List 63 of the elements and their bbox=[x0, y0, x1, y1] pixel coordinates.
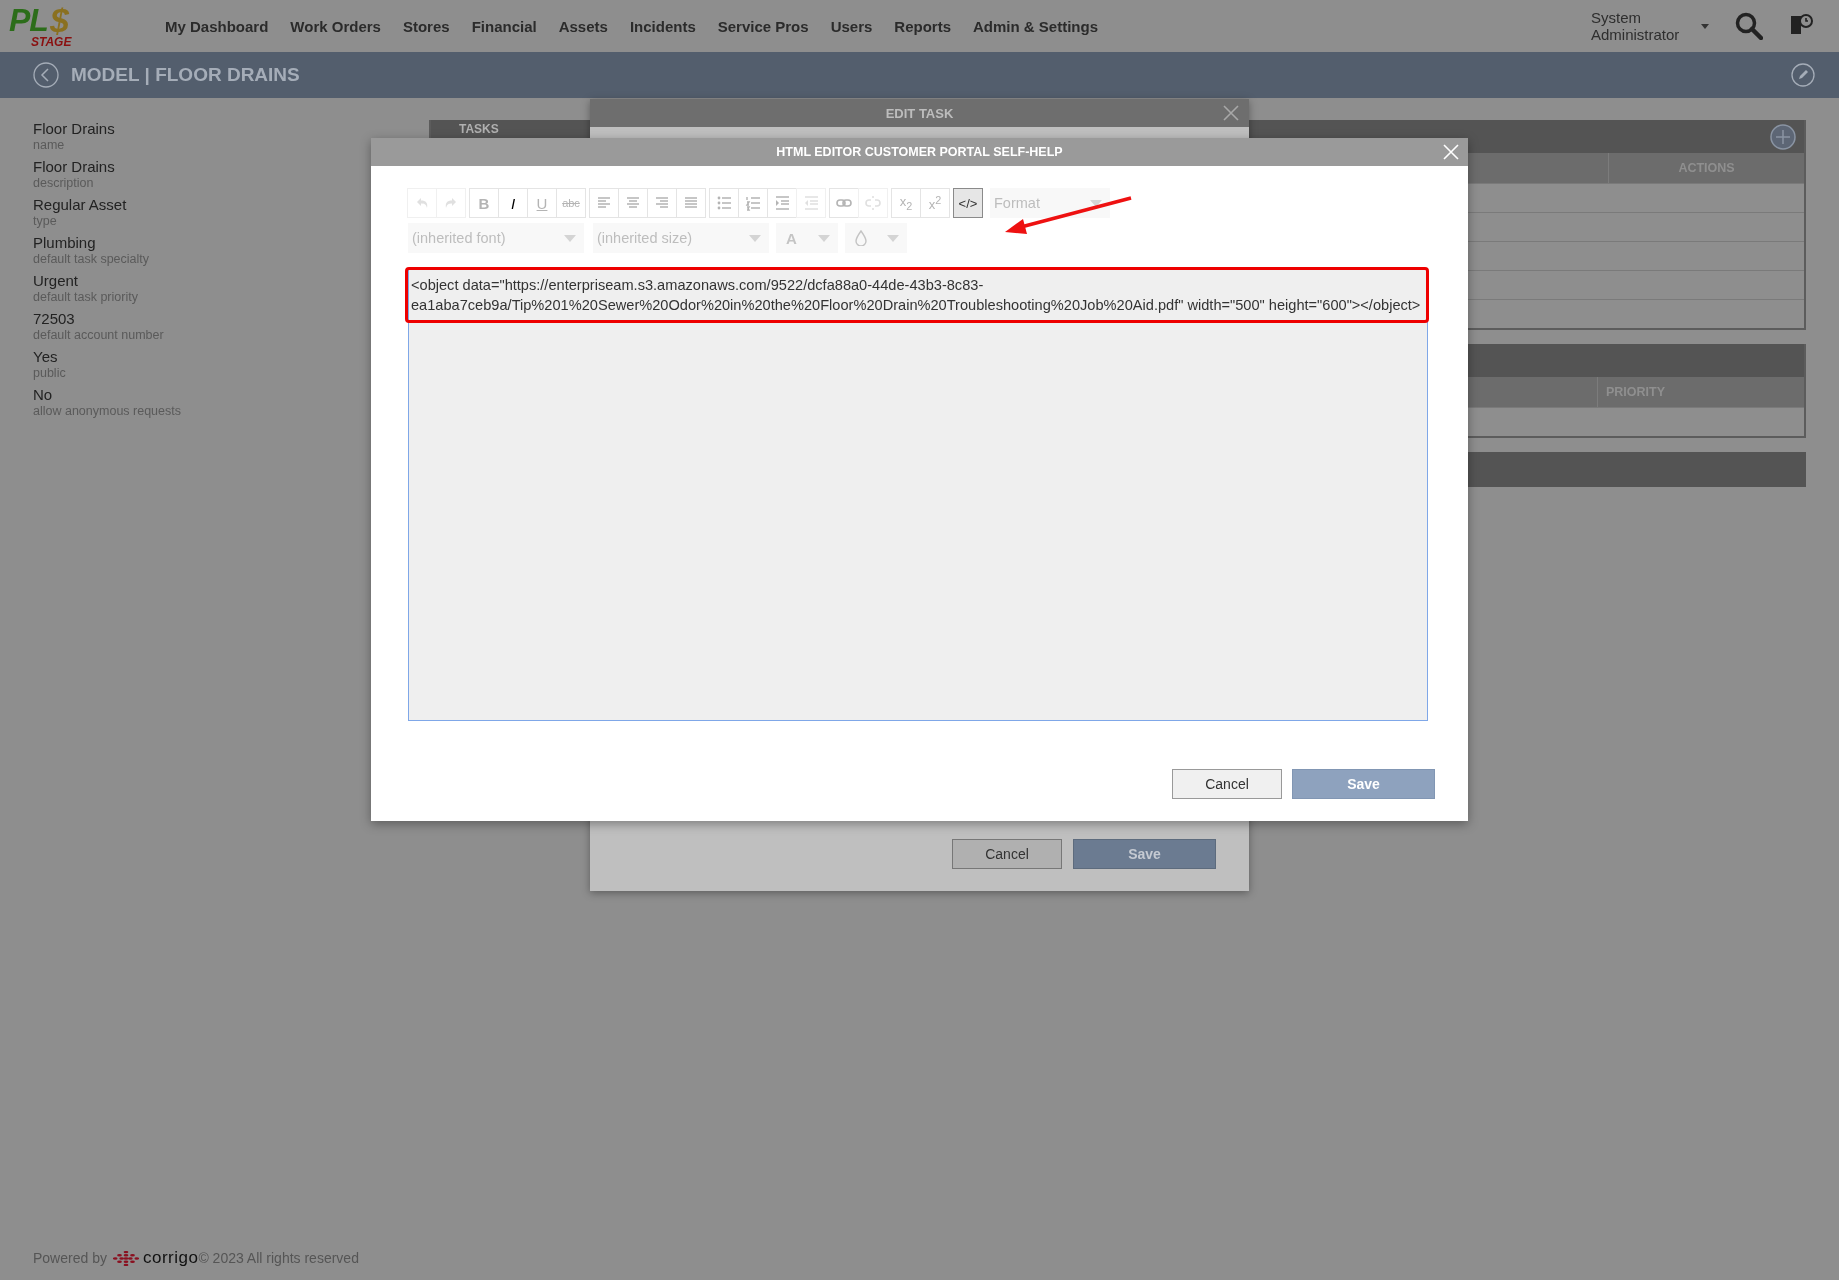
caret-icon bbox=[749, 234, 761, 242]
italic-button[interactable]: I bbox=[498, 188, 528, 218]
edit-icon[interactable] bbox=[1791, 63, 1815, 87]
nav-link[interactable]: Work Orders bbox=[290, 17, 381, 35]
add-icon[interactable] bbox=[1770, 124, 1796, 150]
caret-icon bbox=[887, 234, 899, 242]
field-value: 72503 bbox=[33, 310, 75, 328]
indent-icon bbox=[773, 194, 791, 212]
nav-link[interactable]: Financial bbox=[471, 17, 537, 35]
field-value: Urgent bbox=[33, 272, 79, 290]
copyright-text: © 2023 All rights reserved bbox=[198, 1250, 359, 1266]
nav-link[interactable]: My Dashboard bbox=[165, 17, 269, 35]
nav-link[interactable]: Reports bbox=[894, 17, 952, 35]
numbered-list-button[interactable] bbox=[738, 188, 768, 218]
cancel-button[interactable]: Cancel bbox=[1172, 769, 1282, 799]
bullet-list-button[interactable] bbox=[709, 188, 739, 218]
indent-button[interactable] bbox=[767, 188, 797, 218]
numbered-list-icon bbox=[744, 194, 762, 212]
dialog-title: HTML EDITOR CUSTOMER PORTAL SELF-HELP bbox=[776, 145, 1063, 159]
code-button[interactable]: </> bbox=[953, 188, 983, 218]
outdent-icon bbox=[802, 194, 820, 212]
caret-icon bbox=[1090, 199, 1102, 207]
logo-subtitle[interactable]: STAGE bbox=[31, 35, 123, 49]
nav-link[interactable]: Service Pros bbox=[717, 17, 809, 35]
search-icon[interactable] bbox=[1735, 12, 1763, 40]
back-icon[interactable] bbox=[33, 62, 59, 88]
align-right-button[interactable] bbox=[647, 188, 677, 218]
cancel-button[interactable]: Cancel bbox=[952, 839, 1062, 869]
field-value: Floor Drains bbox=[33, 158, 115, 176]
user-name[interactable]: System Administrator bbox=[1591, 9, 1701, 43]
field-value: Regular Asset bbox=[33, 196, 127, 214]
field-value: Plumbing bbox=[33, 234, 96, 252]
bullet-list-icon bbox=[715, 194, 733, 212]
nav-link[interactable]: Stores bbox=[402, 17, 450, 35]
page-title: MODEL | FLOOR DRAINS bbox=[71, 64, 300, 86]
field-value: Floor Drains bbox=[33, 120, 115, 138]
link-button[interactable] bbox=[829, 188, 859, 218]
dialog-title: EDIT TASK bbox=[885, 105, 954, 121]
powered-by-text: Powered by bbox=[33, 1250, 107, 1266]
panel-title: TASKS bbox=[459, 122, 499, 136]
justify-button[interactable] bbox=[676, 188, 706, 218]
dots-logo-icon bbox=[112, 1250, 139, 1266]
caret-icon bbox=[818, 234, 830, 242]
caret-icon bbox=[564, 234, 576, 242]
align-left-button[interactable] bbox=[589, 188, 619, 218]
caret-icon[interactable] bbox=[1701, 23, 1709, 29]
nav-link[interactable]: Users bbox=[830, 17, 873, 35]
subscript-button[interactable]: x$_{2}$ bbox=[891, 188, 921, 218]
unlink-icon bbox=[864, 194, 882, 212]
nav-link[interactable]: Admin & Settings bbox=[973, 17, 1099, 35]
save-button[interactable]: Save bbox=[1073, 839, 1216, 869]
droplet-icon bbox=[855, 230, 867, 246]
superscript-button[interactable]: x$^{2}$ bbox=[920, 188, 950, 218]
align-center-button[interactable] bbox=[618, 188, 648, 218]
save-button[interactable]: Save bbox=[1292, 769, 1435, 799]
field-value: Yes bbox=[33, 348, 58, 366]
fill-color-dropdown[interactable] bbox=[845, 223, 907, 253]
brand-name: corrigo bbox=[142, 1248, 199, 1268]
code-editor-field[interactable]: <object data="https://enterpriseam.s3.amazonaws.com/9522/dcfa88a0-44de-43b3-8c83-ea1aba7ceb9a/Tip%201%20Sewer%20Odor%20in%20the%20Floor%20Drain%20Troubleshooting%20Job%20Aid.pdf" width="500" height="600"></object> bbox=[408, 268, 1428, 721]
field-value: No bbox=[33, 386, 53, 404]
nav-link[interactable]: Assets bbox=[558, 17, 608, 35]
nav-link[interactable]: Incidents bbox=[629, 17, 696, 35]
close-icon[interactable] bbox=[1222, 104, 1240, 122]
